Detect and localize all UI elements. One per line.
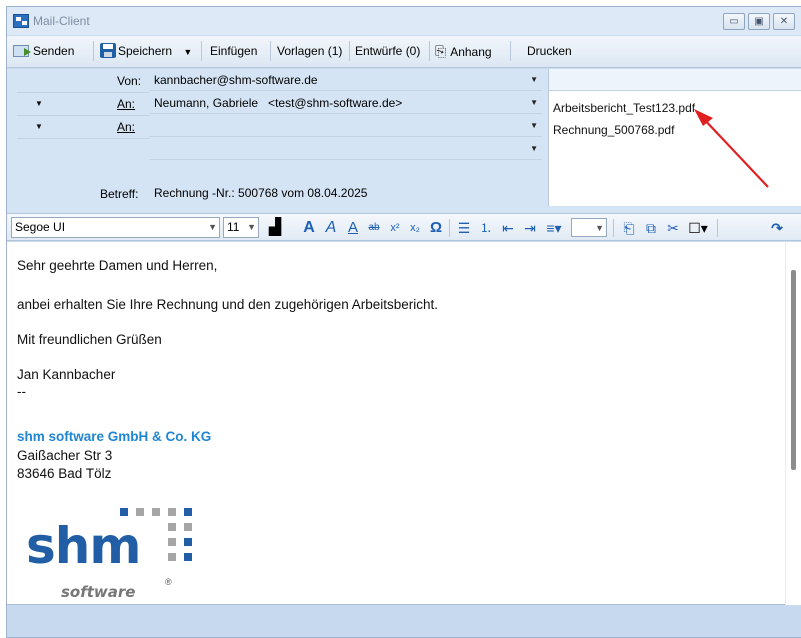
- toolbar-separator: [201, 41, 202, 61]
- from-label: Von:: [117, 74, 142, 88]
- status-bar: [7, 606, 801, 637]
- chevron-down-icon[interactable]: ▼: [530, 115, 538, 136]
- signature-separator: --: [17, 384, 26, 399]
- format-separator: [613, 219, 614, 237]
- border-icon[interactable]: ☐▾: [685, 217, 711, 239]
- body-text: anbei erhalten Sie Ihre Rechnung und den…: [17, 297, 439, 312]
- font-family-select[interactable]: Segoe UI ▼: [11, 217, 220, 238]
- recipient-type-dropdown[interactable]: ▼: [35, 99, 43, 108]
- font-family-value: Segoe UI: [15, 220, 66, 234]
- body-sender: Jan Kannbacher: [17, 367, 116, 382]
- align-icon[interactable]: ≡▾: [542, 217, 566, 239]
- send-label: Senden: [33, 44, 75, 58]
- save-label: Speichern: [118, 44, 173, 58]
- bullet-list-icon[interactable]: ☰: [454, 217, 474, 239]
- to2-label[interactable]: An:: [117, 120, 135, 134]
- attachment-button[interactable]: ⎘ Anhang: [435, 39, 492, 63]
- chevron-down-icon[interactable]: ▼: [208, 218, 217, 237]
- templates-button[interactable]: Vorlagen (1): [277, 39, 342, 63]
- maximize-button[interactable]: ▣: [748, 13, 770, 30]
- mail-client-window: Mail-Client ▭ ▣ ✕ Senden Speichern ▼ Ein…: [6, 6, 801, 638]
- attachment-list-header: [549, 69, 801, 91]
- from-value: kannbacher@shm-software.de: [154, 73, 318, 87]
- from-field[interactable]: kannbacher@shm-software.de ▼: [149, 69, 542, 91]
- toolbar-separator: [429, 41, 430, 61]
- row-divider: [17, 138, 149, 139]
- main-toolbar: Senden Speichern ▼ Einfügen Vorlagen (1)…: [7, 36, 801, 68]
- to-field[interactable]: Neumann, Gabriele <test@shm-software.de>…: [149, 92, 542, 114]
- paperclip-icon: ⎘: [435, 43, 447, 59]
- text-color-icon[interactable]: ▟: [263, 217, 287, 239]
- row-divider: [17, 115, 149, 116]
- toolbar-separator: [93, 41, 94, 61]
- format-separator: [449, 219, 450, 237]
- body-closing: Mit freundlichen Grüßen: [17, 332, 162, 347]
- numbered-list-icon[interactable]: ⒈: [476, 217, 496, 239]
- toolbar-separator: [510, 41, 511, 61]
- to2-field[interactable]: ▼: [149, 115, 542, 137]
- app-icon: [13, 14, 29, 28]
- save-button[interactable]: Speichern ▼: [100, 39, 192, 63]
- chevron-down-icon[interactable]: ▼: [595, 219, 604, 236]
- recipient-type-dropdown[interactable]: ▼: [35, 122, 43, 131]
- logo-subtitle: software: [61, 583, 136, 601]
- signature-city: 83646 Bad Tölz: [17, 466, 112, 481]
- to-value: Neumann, Gabriele <test@shm-software.de>: [154, 96, 403, 110]
- redo-icon[interactable]: ↷: [767, 217, 787, 239]
- chevron-down-icon[interactable]: ▼: [247, 218, 256, 237]
- extra-recipient-field[interactable]: ▼: [149, 138, 542, 160]
- format-separator: [717, 219, 718, 237]
- signature-company: shm software GmbH & Co. KG: [17, 429, 212, 444]
- title-bar: Mail-Client ▭ ▣ ✕: [7, 7, 801, 35]
- send-button[interactable]: Senden: [13, 39, 74, 63]
- attachment-item[interactable]: Rechnung_500768.pdf: [553, 123, 674, 137]
- attachment-item[interactable]: Arbeitsbericht_Test123.pdf: [553, 101, 695, 115]
- signature-street: Gaißacher Str 3: [17, 448, 113, 463]
- chevron-down-icon[interactable]: ▼: [530, 138, 538, 159]
- font-size-value: 11: [227, 220, 240, 234]
- outdent-icon[interactable]: ⇤: [498, 217, 518, 239]
- subscript-icon[interactable]: x₂: [406, 217, 424, 239]
- subject-value: Rechnung -Nr.: 500768 vom 08.04.2025: [154, 186, 368, 200]
- font-size-select[interactable]: 11 ▼: [223, 217, 259, 238]
- cut-icon[interactable]: ✂: [663, 217, 683, 239]
- message-body[interactable]: Sehr geehrte Damen und Herren, anbei erh…: [7, 242, 801, 605]
- attachment-label: Anhang: [450, 45, 492, 59]
- body-greeting: Sehr geehrte Damen und Herren,: [17, 258, 218, 273]
- send-icon: [13, 45, 31, 57]
- logo-wordmark: shm: [26, 517, 141, 575]
- chevron-down-icon[interactable]: ▼: [183, 47, 192, 57]
- toolbar-separator: [349, 41, 350, 61]
- print-button[interactable]: Drucken: [527, 39, 572, 63]
- minimize-button[interactable]: ▭: [723, 13, 745, 30]
- chevron-down-icon[interactable]: ▼: [530, 69, 538, 90]
- copy-icon[interactable]: ⧉: [641, 217, 661, 239]
- to-label[interactable]: An:: [117, 97, 135, 111]
- superscript-icon[interactable]: x²: [386, 217, 404, 239]
- mail-header: Von: kannbacher@shm-software.de ▼ ▼ An: …: [7, 69, 801, 213]
- insert-button[interactable]: Einfügen: [210, 39, 257, 63]
- special-char-icon[interactable]: Ω: [427, 217, 445, 239]
- close-button[interactable]: ✕: [773, 13, 795, 30]
- subject-label: Betreff:: [100, 187, 139, 201]
- toolbar-separator: [270, 41, 271, 61]
- attachment-list: Arbeitsbericht_Test123.pdf Rechnung_5007…: [548, 69, 801, 206]
- indent-icon[interactable]: ⇥: [520, 217, 540, 239]
- paste-icon[interactable]: ⎗: [619, 217, 639, 239]
- logo-registered-mark: ®: [165, 577, 172, 587]
- chevron-down-icon[interactable]: ▼: [530, 92, 538, 113]
- save-icon: [100, 43, 116, 58]
- drafts-button[interactable]: Entwürfe (0): [355, 39, 420, 63]
- window-title: Mail-Client: [33, 14, 90, 28]
- strikethrough-icon[interactable]: ab: [365, 217, 383, 239]
- scrollbar-thumb[interactable]: [791, 270, 796, 470]
- format-toolbar: Segoe UI ▼ 11 ▼ ▟ A A A ab x² x₂ Ω ☰ ⒈ ⇤…: [7, 213, 801, 241]
- row-divider: [17, 92, 149, 93]
- highlight-color-select[interactable]: ▼: [571, 218, 607, 237]
- italic-icon[interactable]: A: [322, 217, 340, 239]
- underline-icon[interactable]: A: [344, 217, 362, 239]
- subject-field[interactable]: Rechnung -Nr.: 500768 vom 08.04.2025: [149, 182, 542, 204]
- bold-icon[interactable]: A: [300, 217, 318, 239]
